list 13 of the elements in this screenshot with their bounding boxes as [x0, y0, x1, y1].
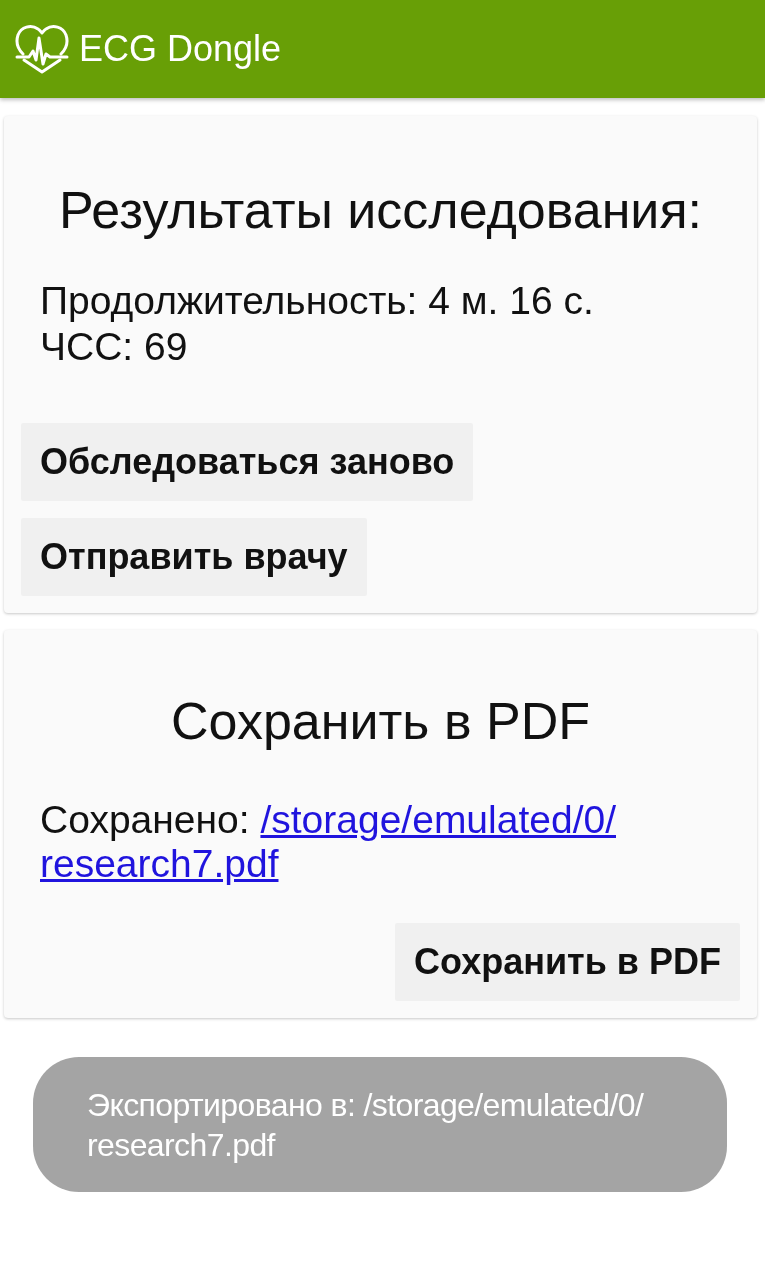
toast-message: Экспортировано в: /storage/emulated/0/ research7.pdf [33, 1057, 727, 1192]
send-to-doctor-button[interactable]: Отправить врачу [21, 518, 367, 596]
file-link[interactable]: /storage/emulated/0/ [260, 798, 616, 841]
file-link[interactable]: research7.pdf [40, 842, 279, 885]
result-text: Продолжительность: 4 м. 16 с. [40, 278, 595, 324]
app-title: ECG Dongle [79, 28, 282, 70]
saved-label: Сохранено: [40, 798, 250, 841]
heart-ecg-icon [15, 24, 69, 74]
result-text: ЧСС: 69 [40, 324, 189, 370]
card-title: Результаты исследования: [58, 180, 703, 241]
card-title: Сохранить в PDF [171, 691, 590, 752]
retest-button[interactable]: Обследоваться заново [21, 423, 474, 501]
save-pdf-button[interactable]: Сохранить в PDF [395, 923, 740, 1001]
